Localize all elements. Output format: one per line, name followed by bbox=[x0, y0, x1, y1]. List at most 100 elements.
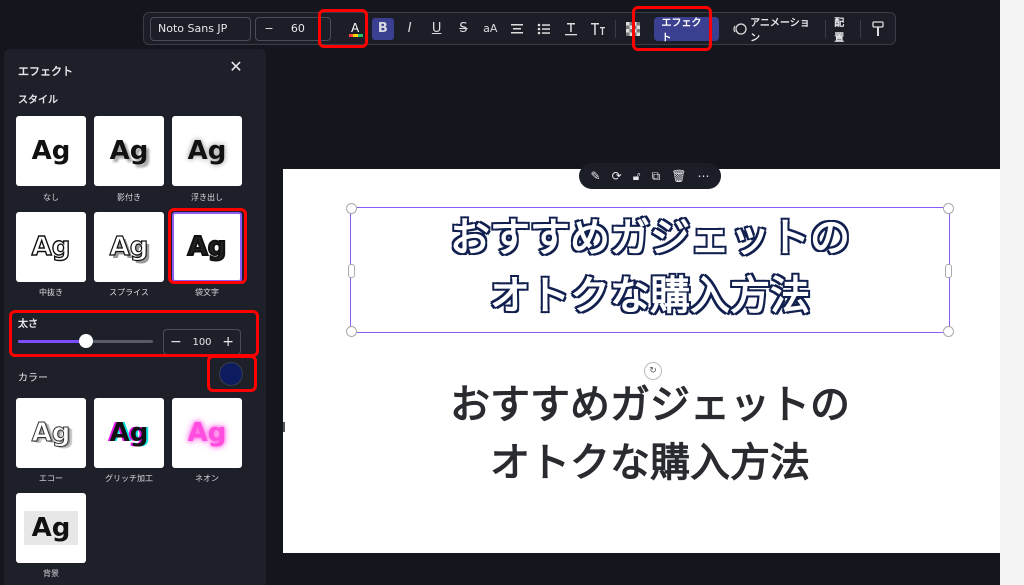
style-sample: Ag bbox=[31, 136, 71, 166]
position-label: 配置 bbox=[834, 17, 845, 44]
element-floating-toolbar: ✎ ⟳ 🔓︎ ⧉ 🗑︎ ⋯ bbox=[579, 163, 721, 189]
letter-case-button[interactable]: aA bbox=[479, 18, 501, 40]
style-label: 中抜き bbox=[39, 288, 63, 297]
resize-handle-right[interactable] bbox=[945, 264, 952, 278]
style-sample: Ag bbox=[109, 136, 149, 166]
resize-handle-left[interactable] bbox=[348, 264, 355, 278]
style-tile-neon[interactable]: Ag bbox=[172, 398, 242, 468]
canvas-edge-marker bbox=[283, 422, 285, 432]
list-button[interactable] bbox=[533, 18, 555, 40]
style-label: スプライス bbox=[109, 288, 149, 297]
resize-handle-top-right[interactable] bbox=[943, 203, 954, 214]
effects-button[interactable]: エフェクト bbox=[653, 16, 720, 44]
style-sample: Ag bbox=[187, 136, 227, 166]
resize-handle-bottom-right[interactable] bbox=[943, 326, 954, 337]
effects-button-label: エフェクト bbox=[661, 17, 702, 44]
toolbar-divider-3 bbox=[860, 19, 862, 38]
toolbar-divider-2 bbox=[825, 19, 827, 38]
animation-button[interactable]: アニメーション bbox=[733, 14, 819, 44]
text-color-button[interactable]: A bbox=[345, 18, 367, 40]
color-label: カラー bbox=[18, 373, 48, 384]
italic-button[interactable]: I bbox=[399, 18, 421, 40]
paint-roller-icon bbox=[872, 20, 884, 36]
style-label: 背景 bbox=[43, 569, 59, 578]
font-size-value[interactable]: 60 bbox=[291, 22, 305, 35]
plain-line-1: おすすめガジェットの bbox=[450, 382, 850, 428]
plain-heading-text[interactable]: おすすめガジェットの オトクな購入方法 bbox=[350, 376, 950, 492]
toolbar-divider bbox=[614, 19, 616, 38]
align-center-icon bbox=[511, 23, 524, 33]
text-color-icon: A bbox=[348, 21, 363, 37]
style-sample: Ag bbox=[23, 511, 79, 545]
underline-button[interactable]: U bbox=[426, 18, 448, 40]
style-tile-background[interactable]: Ag bbox=[16, 493, 86, 563]
position-button[interactable]: 配置 bbox=[834, 14, 854, 44]
bold-button[interactable]: B bbox=[371, 17, 394, 40]
strikethrough-button[interactable]: S bbox=[453, 18, 475, 40]
style-tile-echo[interactable]: Ag bbox=[16, 398, 86, 468]
style-sample: Ag bbox=[187, 231, 228, 263]
style-tile-none[interactable]: Ag bbox=[16, 116, 86, 186]
letter-spacing-icon bbox=[564, 22, 577, 35]
lock-icon[interactable]: 🔓︎ bbox=[633, 169, 641, 184]
style-tile-outline[interactable]: Ag bbox=[172, 212, 242, 282]
thickness-label: 太さ bbox=[18, 319, 38, 330]
style-sample: Ag bbox=[31, 231, 71, 262]
style-label: 浮き出し bbox=[191, 193, 223, 202]
plain-line-2: オトクな購入方法 bbox=[490, 440, 810, 486]
style-label: 袋文字 bbox=[195, 288, 219, 297]
font-size-stepper[interactable]: − 60 bbox=[255, 16, 332, 41]
animation-label: アニメーション bbox=[750, 17, 810, 44]
thickness-decrease-button[interactable]: − bbox=[170, 334, 182, 350]
resize-handle-bottom-left[interactable] bbox=[346, 326, 357, 337]
style-tile-shadow[interactable]: Ag bbox=[94, 116, 164, 186]
style-sample: Ag bbox=[109, 418, 149, 448]
svg-text:A: A bbox=[351, 21, 360, 35]
font-size-decrease-button[interactable]: − bbox=[264, 22, 273, 35]
thickness-slider-thumb[interactable] bbox=[78, 334, 93, 348]
trash-icon[interactable]: 🗑︎ bbox=[671, 169, 686, 183]
thickness-slider-fill bbox=[18, 340, 86, 343]
style-label: エコー bbox=[39, 474, 63, 483]
style-heading: スタイル bbox=[18, 95, 58, 106]
text-size-icon bbox=[590, 22, 605, 35]
design-canvas[interactable]: ✎ ⟳ 🔓︎ ⧉ 🗑︎ ⋯ おすすめガジェットの オトクな購入方法 ↻ おすすめ… bbox=[283, 163, 1000, 553]
transparency-button[interactable] bbox=[622, 18, 644, 40]
animation-icon bbox=[733, 22, 747, 35]
list-icon bbox=[537, 23, 550, 34]
text-toolbar: Noto Sans JP − 60 A B I U S aA エフェクト アニメ… bbox=[143, 12, 896, 45]
close-icon[interactable]: ✕ bbox=[228, 59, 244, 75]
color-swatch[interactable] bbox=[219, 362, 243, 386]
rotate-comment-icon[interactable]: ⟳ bbox=[612, 169, 622, 183]
style-sample: Ag bbox=[187, 418, 227, 448]
style-sample: Ag bbox=[109, 231, 149, 262]
panel-title: エフェクト bbox=[18, 65, 73, 78]
style-label: グリッチ加工 bbox=[105, 474, 153, 483]
more-icon[interactable]: ⋯ bbox=[697, 169, 709, 183]
font-family-select[interactable]: Noto Sans JP bbox=[150, 16, 252, 41]
style-label: ネオン bbox=[195, 474, 219, 483]
window-edge bbox=[1000, 0, 1024, 585]
style-sample: Ag bbox=[31, 418, 71, 449]
thickness-slider[interactable] bbox=[18, 334, 153, 348]
copy-style-button[interactable] bbox=[867, 18, 889, 40]
thickness-stepper[interactable]: − 100 + bbox=[163, 329, 241, 355]
editor-app: Noto Sans JP − 60 A B I U S aA エフェクト アニメ… bbox=[0, 0, 1024, 585]
style-tile-hollow[interactable]: Ag bbox=[16, 212, 86, 282]
style-tile-splice[interactable]: Ag bbox=[94, 212, 164, 282]
font-family-label: Noto Sans JP bbox=[158, 22, 228, 35]
selection-box bbox=[346, 203, 954, 337]
style-label: 影付き bbox=[117, 193, 141, 202]
thickness-value[interactable]: 100 bbox=[192, 337, 211, 348]
thickness-increase-button[interactable]: + bbox=[222, 334, 234, 350]
effects-panel: エフェクト ✕ スタイル Ag なし Ag 影付き Ag 浮き出し Ag 中抜き… bbox=[4, 49, 266, 585]
letter-spacing-button[interactable] bbox=[560, 18, 582, 40]
style-tile-lift[interactable]: Ag bbox=[172, 116, 242, 186]
style-tile-glitch[interactable]: Ag bbox=[94, 398, 164, 468]
align-center-button[interactable] bbox=[506, 18, 528, 40]
text-size-button[interactable] bbox=[587, 18, 609, 40]
resize-handle-top-left[interactable] bbox=[346, 203, 357, 214]
magic-edit-icon[interactable]: ✎ bbox=[591, 169, 601, 183]
style-label: なし bbox=[43, 193, 59, 202]
duplicate-icon[interactable]: ⧉ bbox=[652, 169, 661, 184]
